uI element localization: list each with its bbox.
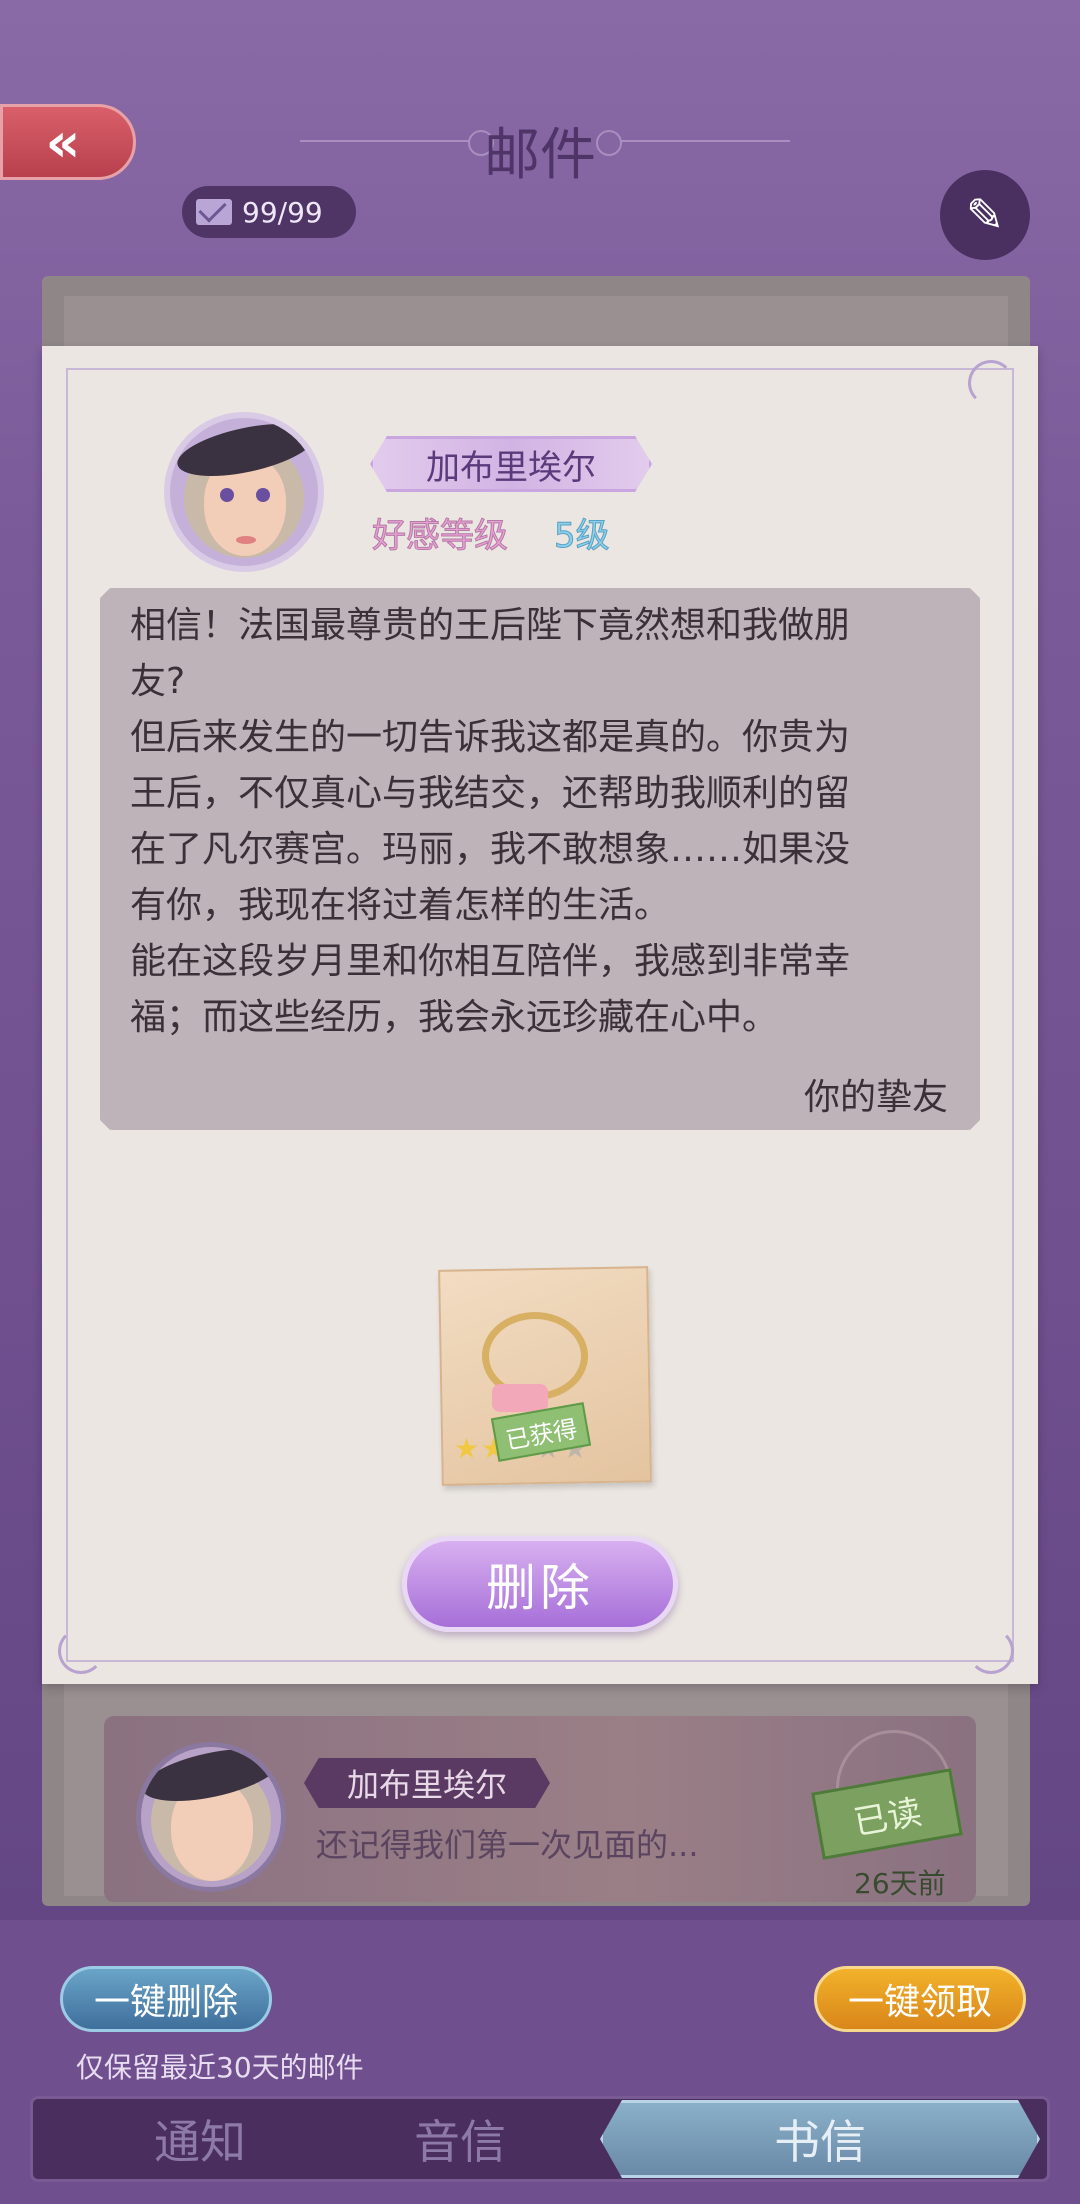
corner-flourish-icon [968, 1628, 1014, 1674]
delete-all-button[interactable]: 一键删除 [60, 1966, 272, 2032]
affinity-label: 好感等级 [372, 516, 509, 557]
corner-flourish-icon [968, 360, 1014, 406]
mail-item-preview: 还记得我们第一次见面的... [316, 1826, 699, 1864]
bow-icon [492, 1384, 548, 1412]
mail-item-avatar [136, 1742, 286, 1892]
sender-avatar [164, 412, 324, 572]
compose-button[interactable]: ✎ [940, 170, 1030, 260]
message-body: 相信！法国最尊贵的王后陛下竟然想和我做朋 友? 但后来发生的一切告诉我这都是真的… [130, 605, 851, 1038]
delete-button[interactable]: 删除 [402, 1536, 678, 1632]
star-icon: ★ [454, 1432, 482, 1465]
corner-flourish-icon [58, 1628, 104, 1674]
tab-letters[interactable]: 书信 [600, 2100, 1040, 2178]
title-ornament-right [596, 130, 790, 156]
envelope-icon [196, 199, 232, 225]
message-signature: 你的挚友 [803, 1077, 948, 1118]
tab-messages[interactable]: 音信 [340, 2100, 580, 2178]
pencil-icon: ✎ [965, 188, 1005, 242]
affinity-level: 5级 [554, 516, 611, 557]
claim-all-button[interactable]: 一键领取 [814, 1966, 1026, 2032]
mail-item-sender: 加布里埃尔 [304, 1758, 550, 1808]
tab-notify[interactable]: 通知 [60, 2100, 340, 2178]
mail-counter: 99/99 [182, 186, 356, 238]
sender-name-badge: 加布里埃尔 [370, 436, 652, 492]
page-title: 邮件 [484, 123, 596, 188]
retention-note: 仅保留最近30天的邮件 [76, 2051, 364, 2084]
mail-count: 99/99 [242, 195, 323, 229]
mail-item-time: 26天前 [854, 1867, 946, 1900]
